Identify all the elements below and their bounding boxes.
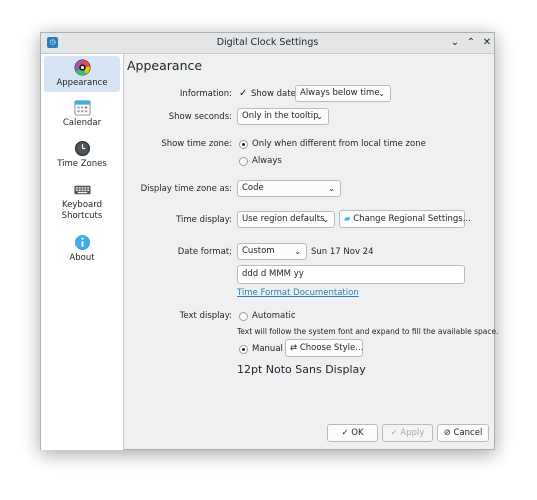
ok-button[interactable]: ✓ OK — [327, 424, 378, 442]
choose-style-label: Choose Style... — [299, 343, 364, 353]
display-time-zone-value: Code — [242, 183, 264, 193]
sidebar-item-calendar[interactable]: Calendar — [44, 96, 120, 132]
sidebar-item-label: Appearance — [56, 78, 108, 88]
date-format-label: Date format: — [177, 247, 232, 257]
text-display-automatic-hint: Text will follow the system font and exp… — [237, 327, 499, 336]
show-seconds-dropdown[interactable]: Only in the tooltip ⌄ — [237, 108, 329, 125]
information-label: Information: — [179, 89, 232, 99]
maximize-icon[interactable]: ⌃ — [463, 35, 479, 51]
chevron-down-icon: ⌄ — [378, 89, 385, 98]
show-seconds-value: Only in the tooltip — [242, 111, 319, 121]
sidebar-item-label: Time Zones — [57, 159, 107, 169]
sidebar-item-label: Calendar — [62, 118, 102, 128]
date-format-value: Custom — [242, 246, 275, 256]
chevron-down-icon: ⌄ — [328, 184, 335, 193]
sliders-icon: ⇄ — [290, 343, 298, 353]
change-regional-settings-button[interactable]: ▰ Change Regional Settings... — [339, 210, 471, 228]
checkmark-icon: ✓ — [341, 428, 349, 438]
settings-dialog: ◷ Digital Clock Settings ⌄ ⌃ ✕ Appearanc… — [40, 32, 499, 450]
date-format-dropdown[interactable]: Custom ⌄ — [237, 243, 307, 260]
display-time-zone-as-label: Display time zone as: — [140, 184, 232, 194]
choose-style-button[interactable]: ⇄ Choose Style... — [285, 339, 363, 357]
cancel-label: Cancel — [453, 428, 483, 438]
sidebar-item-about[interactable]: About — [44, 231, 120, 267]
window-title: Digital Clock Settings — [216, 37, 319, 48]
date-position-dropdown[interactable]: Always below time ⌄ — [295, 85, 391, 102]
sidebar-item-label-line2: Shortcuts — [61, 211, 103, 221]
ok-label: OK — [351, 428, 364, 438]
timezone-radio-different[interactable] — [239, 140, 248, 149]
timezone-radio-always[interactable] — [239, 157, 248, 166]
text-display-automatic-label[interactable]: Automatic — [252, 311, 296, 321]
clock-icon — [74, 140, 90, 157]
keyboard-icon — [73, 185, 91, 195]
text-display-radio-manual[interactable] — [239, 345, 248, 354]
chevron-down-icon: ⌄ — [322, 215, 329, 224]
page-title: Appearance — [127, 58, 203, 73]
sidebar: Appearance Calendar Time Zones Keyboard … — [41, 54, 124, 450]
change-regional-settings-label: Change Regional Settings... — [353, 214, 471, 224]
date-format-preview: Sun 17 Nov 24 — [311, 247, 374, 257]
sidebar-item-keyboard-shortcuts[interactable]: Keyboard Shortcuts — [44, 178, 120, 226]
text-display-label: Text display: — [179, 311, 232, 321]
title-bar[interactable]: ◷ Digital Clock Settings ⌄ ⌃ ✕ — [41, 33, 494, 54]
cancel-button[interactable]: ⊘ Cancel — [437, 424, 489, 442]
regional-settings-icon: ▰ — [344, 214, 351, 224]
sidebar-item-appearance[interactable]: Appearance — [44, 56, 120, 92]
appearance-palette-icon — [73, 59, 91, 76]
close-icon[interactable]: ✕ — [479, 35, 495, 51]
sidebar-item-label: About — [69, 253, 95, 263]
text-display-radio-automatic[interactable] — [239, 312, 248, 321]
chevron-down-icon: ⌄ — [294, 247, 301, 256]
sidebar-item-time-zones[interactable]: Time Zones — [44, 137, 120, 173]
info-icon — [74, 234, 90, 251]
date-position-value: Always below time — [300, 88, 380, 98]
time-display-value: Use region defaults — [242, 214, 325, 224]
font-preview: 12pt Noto Sans Display — [237, 363, 366, 376]
appearance-page: Appearance Information: ✓ Show date Alwa… — [124, 54, 499, 450]
time-display-label: Time display: — [176, 215, 232, 225]
chevron-down-icon: ⌄ — [316, 112, 323, 121]
apply-label: Apply — [400, 428, 425, 438]
show-time-zone-label: Show time zone: — [161, 139, 232, 149]
text-display-manual-label[interactable]: Manual — [252, 344, 283, 354]
timezone-option-different-label[interactable]: Only when different from local time zone — [252, 139, 426, 149]
show-seconds-label: Show seconds: — [168, 112, 232, 122]
timezone-option-always-label[interactable]: Always — [252, 156, 282, 166]
sidebar-item-label-line1: Keyboard — [62, 200, 102, 210]
time-display-dropdown[interactable]: Use region defaults ⌄ — [237, 211, 335, 228]
minimize-icon[interactable]: ⌄ — [447, 35, 463, 51]
apply-button[interactable]: ✓ Apply — [382, 424, 433, 442]
checkmark-icon[interactable]: ✓ — [239, 88, 247, 99]
display-time-zone-dropdown[interactable]: Code ⌄ — [237, 180, 341, 197]
custom-date-format-input[interactable]: ddd d MMM yy — [237, 265, 465, 284]
checkmark-icon: ✓ — [390, 428, 398, 438]
time-format-documentation-link[interactable]: Time Format Documentation — [237, 288, 359, 298]
cancel-icon: ⊘ — [443, 428, 451, 438]
show-date-checkbox-label[interactable]: Show date — [251, 89, 296, 99]
calendar-icon — [73, 100, 91, 116]
